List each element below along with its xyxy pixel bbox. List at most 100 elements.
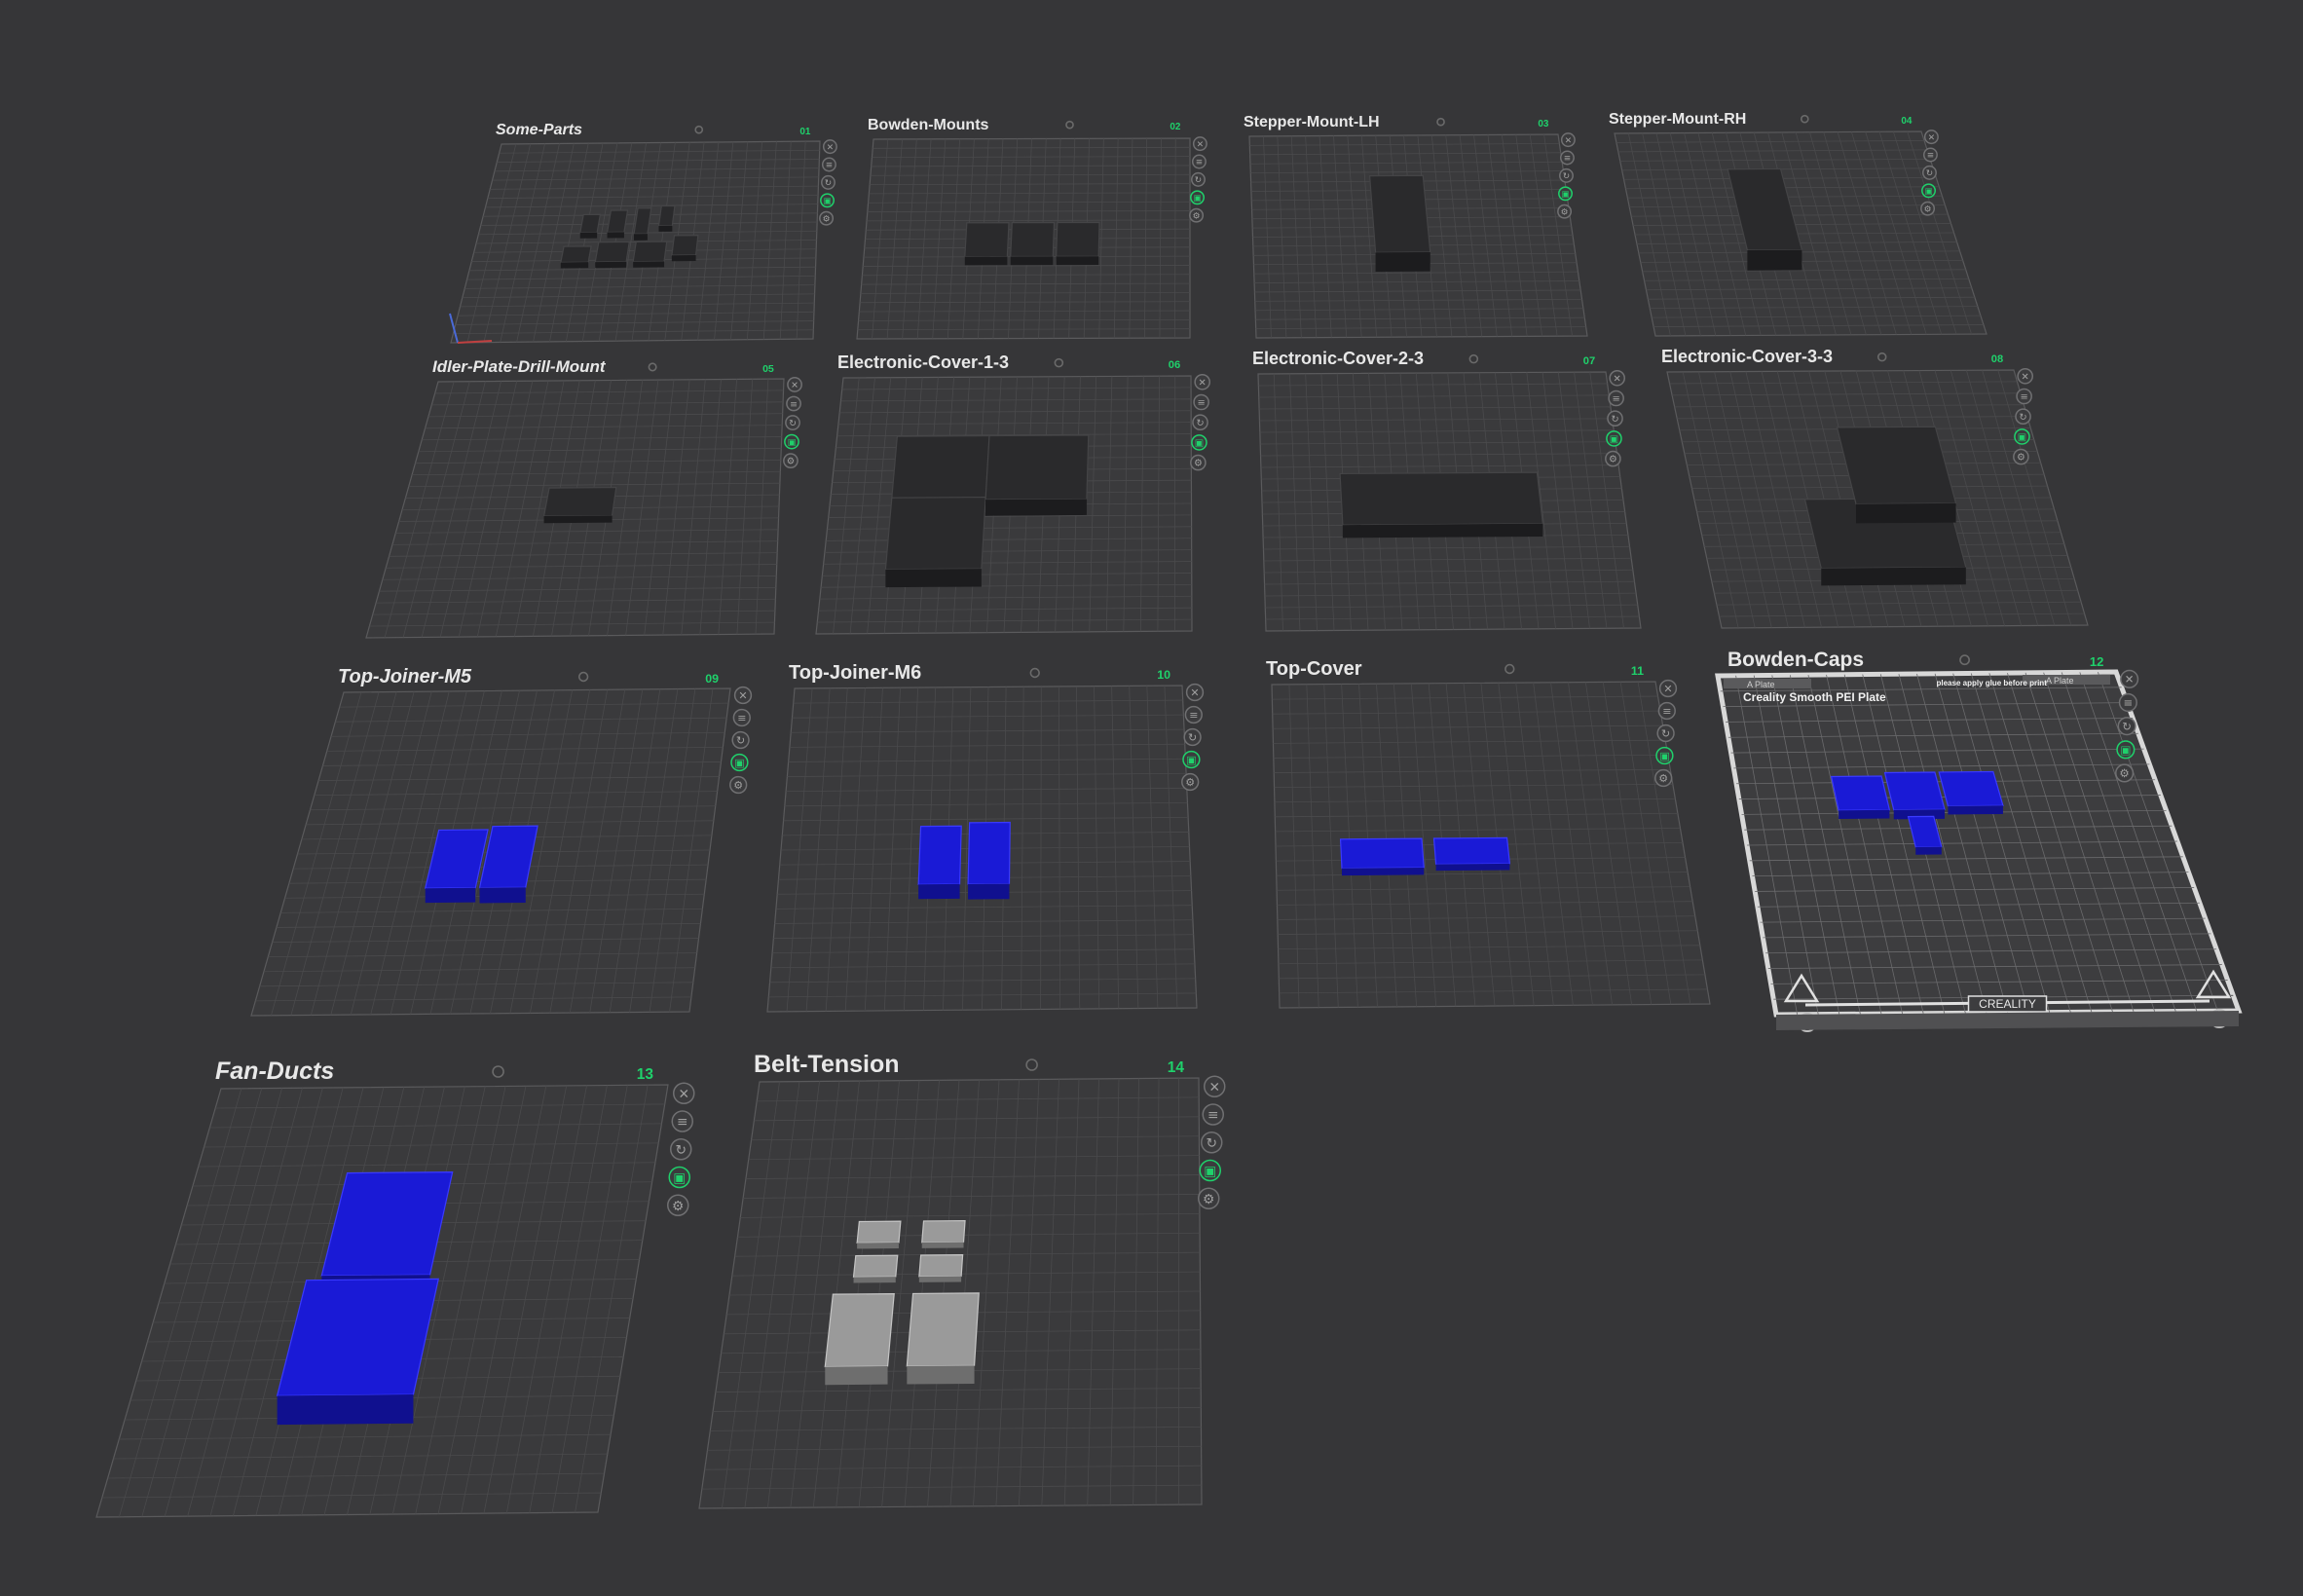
settings-icon[interactable]: ⚙ (2013, 448, 2029, 465)
lock-icon[interactable]: ▣ (1655, 746, 1674, 765)
model-part[interactable] (852, 1254, 899, 1279)
orient-icon[interactable]: ↻ (1183, 727, 1202, 747)
plate-name[interactable]: Top-Joiner-M5 (338, 666, 472, 687)
model-part[interactable] (984, 434, 1090, 501)
edit-name-icon[interactable] (1025, 1058, 1038, 1071)
lock-icon[interactable]: ▣ (1191, 434, 1207, 451)
settings-icon[interactable]: ⚙ (819, 210, 835, 226)
close-icon[interactable]: ✕ (1658, 679, 1678, 698)
model-part[interactable] (1368, 174, 1431, 253)
model-part[interactable] (856, 1220, 902, 1244)
model-part[interactable] (964, 222, 1010, 258)
close-icon[interactable]: ✕ (787, 377, 802, 392)
settings-icon[interactable]: ⚙ (729, 775, 748, 795)
close-icon[interactable]: ✕ (1192, 136, 1207, 152)
settings-icon[interactable]: ⚙ (1557, 204, 1573, 219)
plate-name[interactable]: Bowden-Caps (1727, 649, 1864, 671)
model-part[interactable] (1836, 426, 1957, 505)
plate-name[interactable]: Top-Joiner-M6 (789, 662, 921, 684)
model-part[interactable] (579, 213, 602, 234)
orient-icon[interactable]: ↻ (1607, 410, 1623, 427)
edit-name-icon[interactable] (1054, 357, 1064, 368)
plate-name[interactable]: Idler-Plate-Drill-Mount (432, 357, 607, 376)
orient-icon[interactable]: ↻ (2117, 717, 2136, 736)
lock-icon[interactable]: ▣ (730, 753, 749, 772)
build-plate-08[interactable]: Electronic-Cover-3-3 08 ✕ ≡ ↻ ▣ ⚙ (1661, 347, 2089, 629)
close-icon[interactable]: ✕ (1609, 369, 1626, 387)
model-part[interactable] (1830, 775, 1891, 811)
canvas-3d-view[interactable]: Some-Parts 01✕≡↻▣⚙Bowden-Mounts 02✕≡↻▣⚙Ste… (0, 0, 2303, 1596)
model-part[interactable] (1056, 221, 1100, 257)
orient-icon[interactable]: ↻ (1191, 171, 1206, 187)
build-plate-01[interactable]: Some-Parts 01 ✕ ≡ ↻ ▣ ⚙ (450, 122, 837, 344)
settings-icon[interactable]: ⚙ (667, 1194, 689, 1216)
edit-name-icon[interactable] (492, 1065, 504, 1078)
lock-icon[interactable]: ▣ (1199, 1159, 1221, 1182)
plate-name[interactable]: Some-Parts (496, 122, 582, 138)
settings-icon[interactable]: ⚙ (783, 453, 799, 469)
model-part[interactable] (542, 486, 617, 517)
close-icon[interactable]: ✕ (1923, 130, 1939, 145)
model-part[interactable] (560, 245, 592, 264)
model-part[interactable] (1883, 771, 1946, 811)
build-plate-07[interactable]: Electronic-Cover-2-3 07 ✕ ≡ ↻ ▣ ⚙ (1252, 349, 1642, 632)
orient-icon[interactable]: ↻ (1922, 165, 1937, 180)
close-icon[interactable]: ✕ (673, 1082, 695, 1104)
orient-icon[interactable]: ↻ (1192, 414, 1208, 431)
build-plate-11[interactable]: Top-Cover 11 ✕ ≡ ↻ ▣ ⚙ (1266, 658, 1711, 1009)
model-part[interactable] (917, 825, 962, 885)
arrange-icon[interactable]: ≡ (1191, 154, 1207, 169)
settings-icon[interactable]: ⚙ (1654, 768, 1673, 788)
lock-icon[interactable]: ▣ (668, 1166, 690, 1189)
arrange-icon[interactable]: ≡ (1193, 393, 1209, 411)
build-plate-12[interactable]: Bowden-Caps 12✕≡↻▣⚙A Plate A Plateplease a… (1715, 649, 2243, 1032)
edit-name-icon[interactable] (1436, 117, 1445, 127)
edit-name-icon[interactable] (648, 362, 657, 372)
close-icon[interactable]: ✕ (2017, 367, 2034, 385)
orient-icon[interactable]: ↻ (785, 415, 800, 430)
close-icon[interactable]: ✕ (1185, 683, 1205, 702)
arrange-icon[interactable]: ≡ (1608, 390, 1624, 407)
close-icon[interactable]: ✕ (1194, 373, 1211, 390)
model-part[interactable] (632, 241, 668, 263)
close-icon[interactable]: ✕ (822, 139, 837, 155)
settings-icon[interactable]: ⚙ (1605, 450, 1621, 467)
build-plate-03[interactable]: Stepper-Mount-LH 03 ✕ ≡ ↻ ▣ ⚙ (1244, 114, 1588, 339)
model-part[interactable] (906, 1292, 980, 1367)
model-part[interactable] (594, 241, 630, 263)
model-part[interactable] (657, 204, 676, 227)
plate-name[interactable]: Bowden-Mounts (868, 117, 989, 133)
model-part[interactable] (884, 496, 986, 571)
plate-name[interactable]: Belt-Tension (754, 1051, 900, 1078)
arrange-icon[interactable]: ≡ (671, 1110, 693, 1132)
arrange-icon[interactable]: ≡ (732, 708, 751, 727)
edit-name-icon[interactable] (577, 671, 589, 683)
edit-name-icon[interactable] (1065, 120, 1074, 130)
orient-icon[interactable]: ↻ (1201, 1132, 1223, 1154)
plate-name[interactable]: Electronic-Cover-2-3 (1252, 349, 1424, 368)
orient-icon[interactable]: ↻ (821, 174, 836, 190)
lock-icon[interactable]: ▣ (1558, 186, 1573, 202)
model-part[interactable] (918, 1254, 964, 1278)
orient-icon[interactable]: ↻ (1656, 724, 1675, 743)
lock-icon[interactable]: ▣ (1182, 750, 1201, 769)
lock-icon[interactable]: ▣ (1921, 183, 1936, 199)
lock-icon[interactable]: ▣ (2116, 740, 2136, 760)
settings-icon[interactable]: ⚙ (1189, 207, 1205, 223)
build-plate-14[interactable]: Belt-Tension 14 ✕ ≡ ↻ ▣ ⚙ (698, 1051, 1226, 1509)
settings-icon[interactable]: ⚙ (1920, 201, 1936, 216)
arrange-icon[interactable]: ≡ (1657, 701, 1676, 721)
model-part[interactable] (671, 235, 699, 256)
lock-icon[interactable]: ▣ (2014, 428, 2030, 445)
edit-name-icon[interactable] (1504, 663, 1515, 675)
model-part[interactable] (1339, 471, 1544, 526)
arrange-icon[interactable]: ≡ (1184, 705, 1203, 724)
plate-name[interactable]: Stepper-Mount-LH (1244, 114, 1380, 130)
edit-name-icon[interactable] (1029, 667, 1040, 679)
model-part[interactable] (1010, 221, 1056, 258)
plate-name[interactable]: Fan-Ducts (215, 1058, 334, 1085)
arrange-icon[interactable]: ≡ (1202, 1103, 1224, 1126)
model-part[interactable] (606, 209, 629, 234)
build-plate-09[interactable]: Top-Joiner-M5 09 ✕ ≡ ↻ ▣ ⚙ (250, 666, 753, 1017)
model-part[interactable] (921, 1219, 966, 1243)
